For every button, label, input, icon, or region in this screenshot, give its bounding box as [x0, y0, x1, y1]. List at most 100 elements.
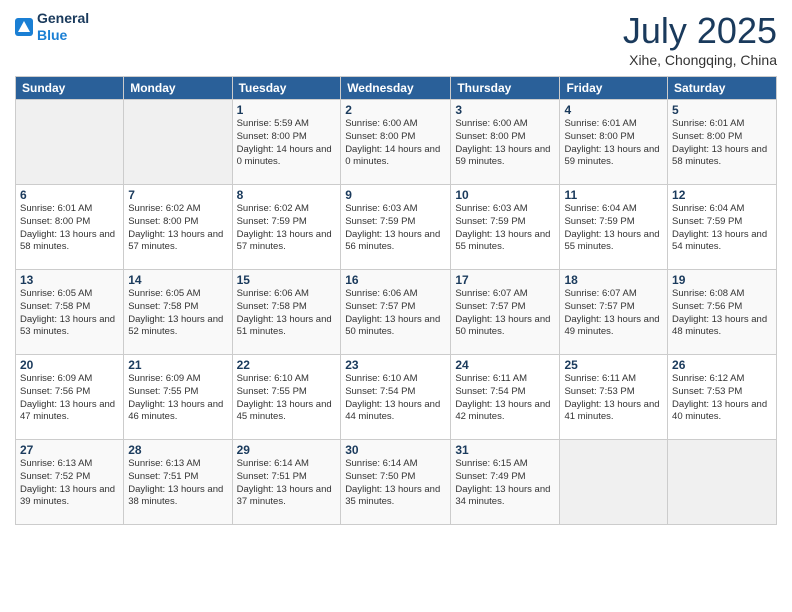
day-of-week-header: Thursday: [451, 77, 560, 100]
day-info: Sunrise: 6:00 AMSunset: 8:00 PMDaylight:…: [455, 118, 555, 169]
calendar-day-cell: [124, 100, 232, 185]
calendar-day-cell: 5Sunrise: 6:01 AMSunset: 8:00 PMDaylight…: [668, 100, 777, 185]
day-number: 30: [345, 443, 446, 457]
calendar-day-cell: 27Sunrise: 6:13 AMSunset: 7:52 PMDayligh…: [16, 440, 124, 525]
day-number: 4: [564, 103, 663, 117]
day-info: Sunrise: 6:10 AMSunset: 7:54 PMDaylight:…: [345, 373, 446, 424]
calendar-day-cell: [16, 100, 124, 185]
day-number: 22: [237, 358, 337, 372]
day-info: Sunrise: 6:01 AMSunset: 8:00 PMDaylight:…: [564, 118, 663, 169]
calendar-day-cell: 26Sunrise: 6:12 AMSunset: 7:53 PMDayligh…: [668, 355, 777, 440]
day-number: 18: [564, 273, 663, 287]
calendar-day-cell: 22Sunrise: 6:10 AMSunset: 7:55 PMDayligh…: [232, 355, 341, 440]
day-info: Sunrise: 6:05 AMSunset: 7:58 PMDaylight:…: [128, 288, 227, 339]
calendar-day-cell: 3Sunrise: 6:00 AMSunset: 8:00 PMDaylight…: [451, 100, 560, 185]
day-info: Sunrise: 6:07 AMSunset: 7:57 PMDaylight:…: [564, 288, 663, 339]
calendar-day-cell: 30Sunrise: 6:14 AMSunset: 7:50 PMDayligh…: [341, 440, 451, 525]
calendar-day-cell: 18Sunrise: 6:07 AMSunset: 7:57 PMDayligh…: [560, 270, 668, 355]
day-info: Sunrise: 6:10 AMSunset: 7:55 PMDaylight:…: [237, 373, 337, 424]
calendar-day-cell: 29Sunrise: 6:14 AMSunset: 7:51 PMDayligh…: [232, 440, 341, 525]
day-info: Sunrise: 6:07 AMSunset: 7:57 PMDaylight:…: [455, 288, 555, 339]
calendar-body: 1Sunrise: 5:59 AMSunset: 8:00 PMDaylight…: [16, 100, 777, 525]
day-number: 3: [455, 103, 555, 117]
calendar-day-cell: [560, 440, 668, 525]
day-number: 25: [564, 358, 663, 372]
day-of-week-header: Wednesday: [341, 77, 451, 100]
calendar-day-cell: 24Sunrise: 6:11 AMSunset: 7:54 PMDayligh…: [451, 355, 560, 440]
day-info: Sunrise: 6:01 AMSunset: 8:00 PMDaylight:…: [672, 118, 772, 169]
calendar-header-row: SundayMondayTuesdayWednesdayThursdayFrid…: [16, 77, 777, 100]
day-info: Sunrise: 6:03 AMSunset: 7:59 PMDaylight:…: [345, 203, 446, 254]
day-info: Sunrise: 6:15 AMSunset: 7:49 PMDaylight:…: [455, 458, 555, 509]
day-info: Sunrise: 5:59 AMSunset: 8:00 PMDaylight:…: [237, 118, 337, 169]
day-number: 24: [455, 358, 555, 372]
day-info: Sunrise: 6:08 AMSunset: 7:56 PMDaylight:…: [672, 288, 772, 339]
calendar-day-cell: 7Sunrise: 6:02 AMSunset: 8:00 PMDaylight…: [124, 185, 232, 270]
logo: General Blue: [15, 10, 89, 44]
calendar-table: SundayMondayTuesdayWednesdayThursdayFrid…: [15, 76, 777, 525]
day-info: Sunrise: 6:14 AMSunset: 7:50 PMDaylight:…: [345, 458, 446, 509]
day-info: Sunrise: 6:06 AMSunset: 7:58 PMDaylight:…: [237, 288, 337, 339]
day-number: 20: [20, 358, 119, 372]
day-info: Sunrise: 6:03 AMSunset: 7:59 PMDaylight:…: [455, 203, 555, 254]
day-number: 5: [672, 103, 772, 117]
day-number: 2: [345, 103, 446, 117]
calendar-week-row: 13Sunrise: 6:05 AMSunset: 7:58 PMDayligh…: [16, 270, 777, 355]
day-number: 11: [564, 188, 663, 202]
day-info: Sunrise: 6:02 AMSunset: 7:59 PMDaylight:…: [237, 203, 337, 254]
calendar-day-cell: 10Sunrise: 6:03 AMSunset: 7:59 PMDayligh…: [451, 185, 560, 270]
header: General Blue July 2025 Xihe, Chongqing, …: [15, 10, 777, 68]
calendar-day-cell: [668, 440, 777, 525]
day-info: Sunrise: 6:01 AMSunset: 8:00 PMDaylight:…: [20, 203, 119, 254]
day-info: Sunrise: 6:05 AMSunset: 7:58 PMDaylight:…: [20, 288, 119, 339]
day-number: 27: [20, 443, 119, 457]
calendar-day-cell: 6Sunrise: 6:01 AMSunset: 8:00 PMDaylight…: [16, 185, 124, 270]
logo-text: General Blue: [37, 10, 89, 44]
calendar-week-row: 1Sunrise: 5:59 AMSunset: 8:00 PMDaylight…: [16, 100, 777, 185]
logo-icon: [15, 18, 33, 36]
day-number: 1: [237, 103, 337, 117]
day-info: Sunrise: 6:11 AMSunset: 7:53 PMDaylight:…: [564, 373, 663, 424]
day-info: Sunrise: 6:13 AMSunset: 7:51 PMDaylight:…: [128, 458, 227, 509]
day-number: 23: [345, 358, 446, 372]
calendar-day-cell: 31Sunrise: 6:15 AMSunset: 7:49 PMDayligh…: [451, 440, 560, 525]
calendar-page: General Blue July 2025 Xihe, Chongqing, …: [0, 0, 792, 612]
calendar-day-cell: 1Sunrise: 5:59 AMSunset: 8:00 PMDaylight…: [232, 100, 341, 185]
day-of-week-header: Tuesday: [232, 77, 341, 100]
month-title: July 2025: [623, 10, 777, 52]
day-of-week-header: Monday: [124, 77, 232, 100]
day-info: Sunrise: 6:13 AMSunset: 7:52 PMDaylight:…: [20, 458, 119, 509]
calendar-day-cell: 16Sunrise: 6:06 AMSunset: 7:57 PMDayligh…: [341, 270, 451, 355]
day-info: Sunrise: 6:04 AMSunset: 7:59 PMDaylight:…: [672, 203, 772, 254]
day-number: 9: [345, 188, 446, 202]
calendar-day-cell: 12Sunrise: 6:04 AMSunset: 7:59 PMDayligh…: [668, 185, 777, 270]
calendar-day-cell: 15Sunrise: 6:06 AMSunset: 7:58 PMDayligh…: [232, 270, 341, 355]
calendar-day-cell: 17Sunrise: 6:07 AMSunset: 7:57 PMDayligh…: [451, 270, 560, 355]
day-number: 8: [237, 188, 337, 202]
calendar-week-row: 27Sunrise: 6:13 AMSunset: 7:52 PMDayligh…: [16, 440, 777, 525]
calendar-day-cell: 23Sunrise: 6:10 AMSunset: 7:54 PMDayligh…: [341, 355, 451, 440]
day-number: 29: [237, 443, 337, 457]
day-number: 13: [20, 273, 119, 287]
calendar-day-cell: 4Sunrise: 6:01 AMSunset: 8:00 PMDaylight…: [560, 100, 668, 185]
day-number: 15: [237, 273, 337, 287]
day-number: 6: [20, 188, 119, 202]
title-block: July 2025 Xihe, Chongqing, China: [623, 10, 777, 68]
calendar-day-cell: 2Sunrise: 6:00 AMSunset: 8:00 PMDaylight…: [341, 100, 451, 185]
calendar-week-row: 6Sunrise: 6:01 AMSunset: 8:00 PMDaylight…: [16, 185, 777, 270]
calendar-day-cell: 8Sunrise: 6:02 AMSunset: 7:59 PMDaylight…: [232, 185, 341, 270]
day-of-week-header: Friday: [560, 77, 668, 100]
day-number: 10: [455, 188, 555, 202]
day-info: Sunrise: 6:11 AMSunset: 7:54 PMDaylight:…: [455, 373, 555, 424]
day-number: 28: [128, 443, 227, 457]
calendar-day-cell: 25Sunrise: 6:11 AMSunset: 7:53 PMDayligh…: [560, 355, 668, 440]
day-number: 21: [128, 358, 227, 372]
day-number: 26: [672, 358, 772, 372]
day-number: 19: [672, 273, 772, 287]
calendar-day-cell: 11Sunrise: 6:04 AMSunset: 7:59 PMDayligh…: [560, 185, 668, 270]
day-of-week-header: Saturday: [668, 77, 777, 100]
location: Xihe, Chongqing, China: [623, 52, 777, 68]
calendar-day-cell: 19Sunrise: 6:08 AMSunset: 7:56 PMDayligh…: [668, 270, 777, 355]
day-of-week-header: Sunday: [16, 77, 124, 100]
calendar-day-cell: 14Sunrise: 6:05 AMSunset: 7:58 PMDayligh…: [124, 270, 232, 355]
